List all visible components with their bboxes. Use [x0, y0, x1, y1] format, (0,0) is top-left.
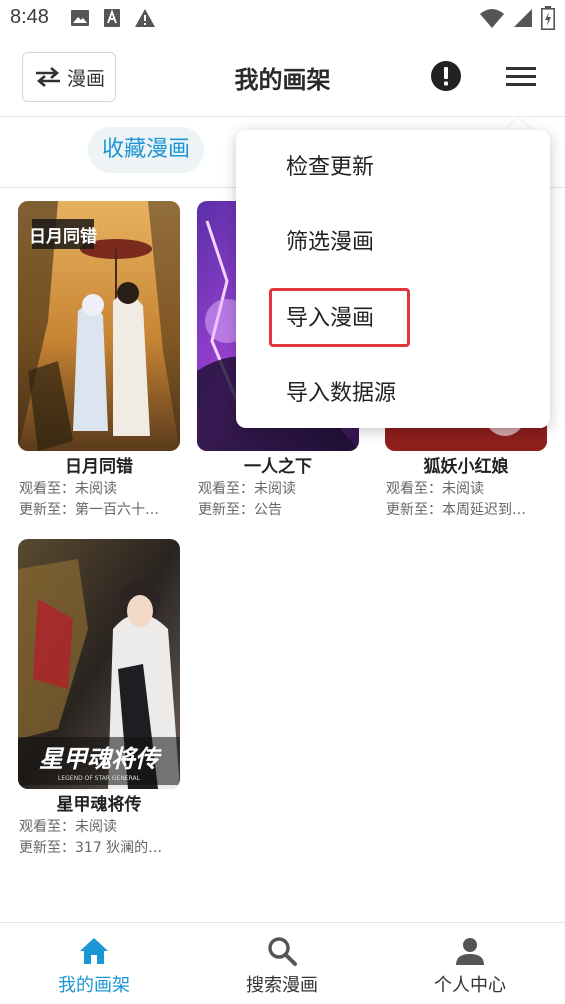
comic-card[interactable]: 日月同错 日月同错 观看至：未阅读 更新至：第一百六十… — [18, 201, 180, 521]
comic-updated: 更新至：公告 — [198, 502, 282, 518]
comic-updated: 更新至：第一百六十… — [19, 502, 159, 518]
comic-title: 狐妖小红娘 — [423, 457, 509, 477]
nav-tab-my-shelf[interactable]: 我的画架 — [0, 923, 188, 1004]
comic-title: 一人之下 — [244, 457, 312, 477]
battery-icon — [541, 6, 555, 30]
comic-watched: 观看至：未阅读 — [19, 481, 117, 497]
info-button[interactable] — [430, 60, 462, 92]
comic-card[interactable]: 星甲魂将传 LEGEND OF STAR GENERAL 星甲魂将传 观看至：未… — [18, 539, 180, 859]
status-bar: 8:48 — [0, 0, 565, 38]
comic-updated: 更新至：本周延迟到… — [386, 502, 526, 518]
menu-item-check-updates[interactable]: 检查更新 — [286, 148, 374, 188]
nav-label: 搜索漫画 — [246, 975, 318, 996]
home-icon — [80, 938, 108, 964]
comic-cover-title: 星甲魂将传 — [39, 745, 162, 773]
hamburger-menu-icon — [506, 67, 536, 86]
highlight-box — [269, 288, 410, 347]
menu-item-filter-comics[interactable]: 筛选漫画 — [286, 223, 374, 263]
nav-tab-profile[interactable]: 个人中心 — [376, 923, 564, 1004]
comic-cover[interactable]: 星甲魂将传 LEGEND OF STAR GENERAL — [18, 539, 180, 789]
wifi-icon — [480, 9, 504, 28]
comic-title: 星甲魂将传 — [56, 795, 142, 815]
switch-mode-button[interactable]: 漫画 — [22, 52, 116, 102]
nav-label: 我的画架 — [58, 975, 130, 996]
warning-icon — [135, 9, 155, 27]
menu-item-import-source[interactable]: 导入数据源 — [286, 374, 396, 414]
filter-chip-favorites[interactable]: 收藏漫画 — [88, 127, 205, 173]
status-time: 8:48 — [10, 6, 49, 28]
comic-cover[interactable]: 日月同错 — [18, 201, 180, 451]
menu-button[interactable] — [504, 62, 538, 92]
search-icon — [268, 937, 297, 966]
nav-label: 个人中心 — [434, 975, 506, 996]
comic-watched: 观看至：未阅读 — [198, 481, 296, 497]
bottom-nav: 我的画架 搜索漫画 个人中心 — [0, 922, 565, 1004]
dropdown-menu: 检查更新 筛选漫画 导入漫画 导入数据源 — [236, 130, 550, 428]
comic-cover-subtitle: LEGEND OF STAR GENERAL — [58, 775, 141, 782]
swap-icon — [35, 67, 60, 87]
nav-tab-search[interactable]: 搜索漫画 — [188, 923, 376, 1004]
person-icon — [456, 938, 484, 965]
comic-watched: 观看至：未阅读 — [386, 481, 484, 497]
image-icon — [71, 10, 89, 26]
a-icon — [104, 9, 120, 27]
signal-icon — [514, 9, 532, 27]
comic-updated: 更新至：317 狄澜的… — [19, 840, 163, 856]
app-bar: 漫画 我的画架 — [0, 38, 565, 116]
comic-title: 日月同错 — [65, 457, 133, 477]
switch-mode-label: 漫画 — [66, 67, 105, 90]
comic-watched: 观看至：未阅读 — [19, 819, 117, 835]
info-icon — [431, 61, 461, 91]
comic-cover-title: 日月同错 — [29, 226, 97, 247]
